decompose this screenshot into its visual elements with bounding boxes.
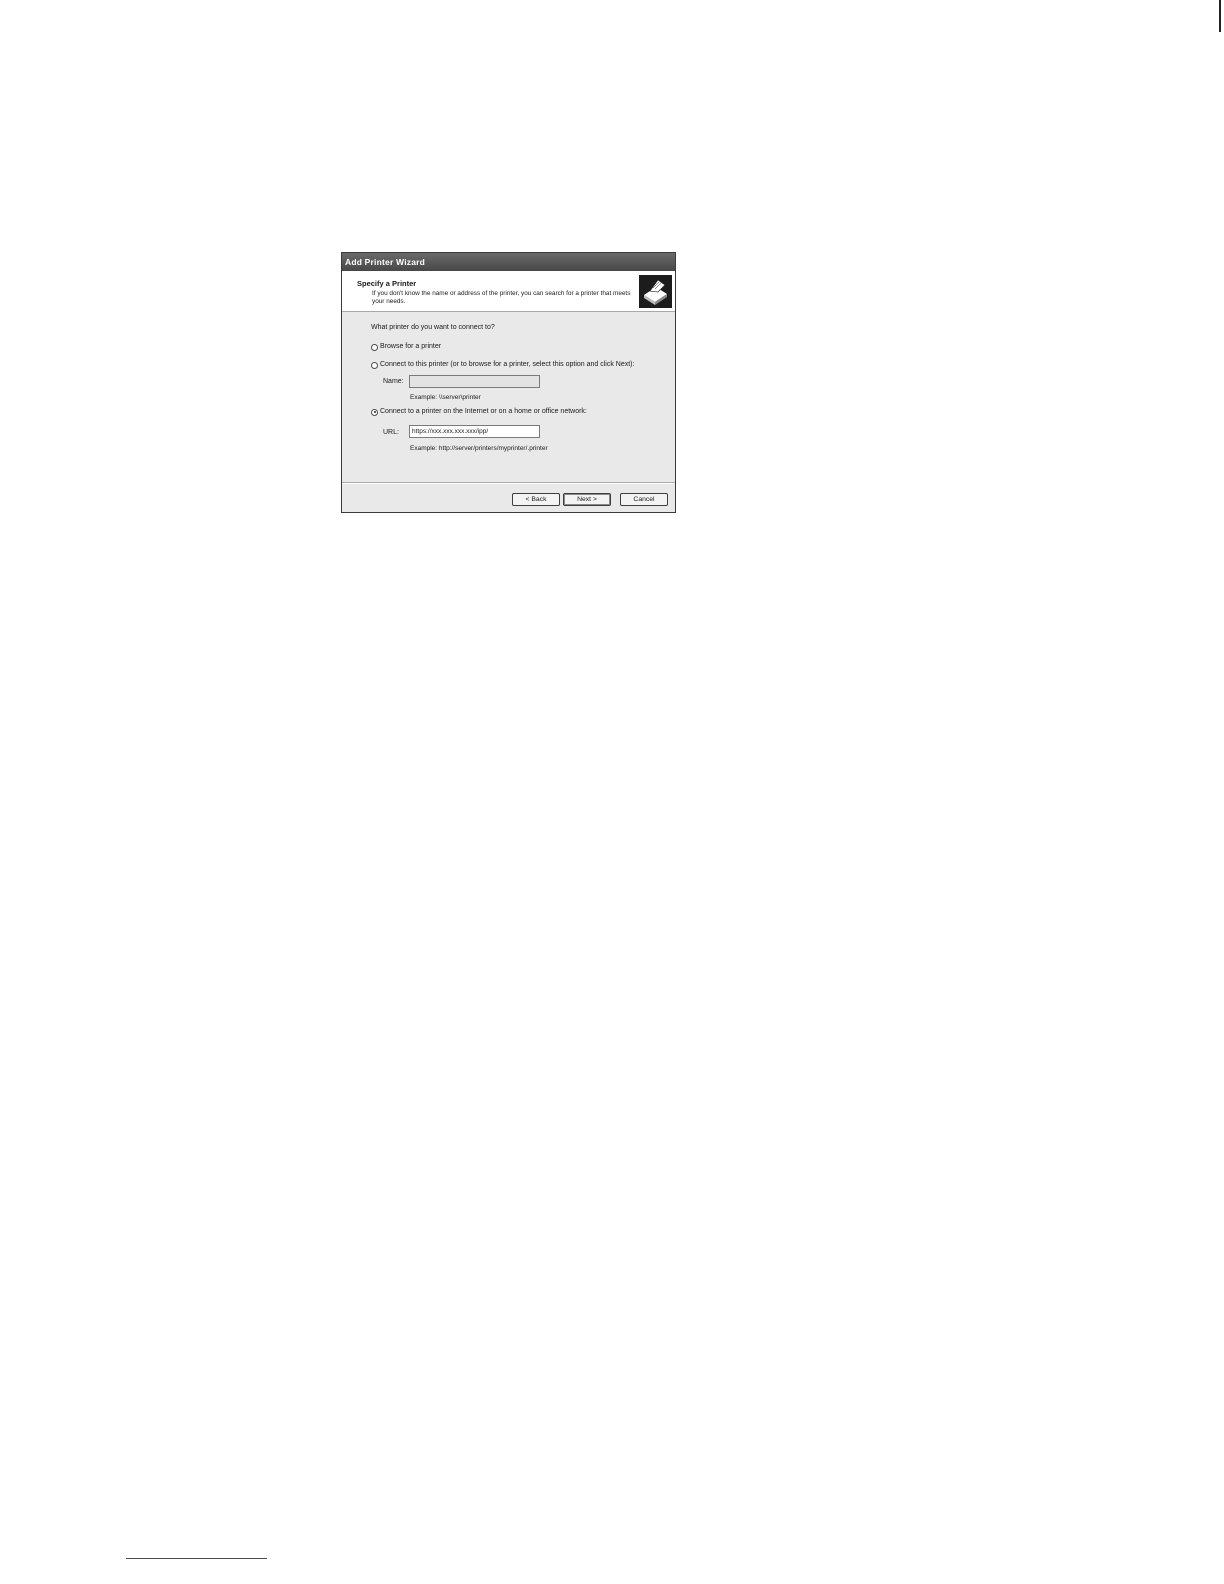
cancel-button[interactable]: Cancel xyxy=(620,493,668,506)
page-edge-mark xyxy=(1219,0,1221,32)
name-label: Name: xyxy=(383,378,404,385)
window-titlebar[interactable]: Add Printer Wizard xyxy=(342,253,675,271)
option-browse[interactable]: Browse for a printer xyxy=(371,343,441,351)
printer-icon xyxy=(639,275,672,308)
footer-separator xyxy=(342,482,675,484)
name-input[interactable] xyxy=(409,375,540,388)
question-label: What printer do you want to connect to? xyxy=(371,324,495,331)
window-title: Add Printer Wizard xyxy=(345,257,426,267)
option-connect-internet-label: Connect to a printer on the Internet or … xyxy=(380,408,587,415)
radio-connect-this-printer[interactable] xyxy=(371,361,378,369)
option-browse-label: Browse for a printer xyxy=(380,343,442,350)
radio-browse[interactable] xyxy=(371,343,378,351)
radio-connect-internet[interactable] xyxy=(371,408,378,416)
option-connect-this-printer[interactable]: Connect to this printer (or to browse fo… xyxy=(371,361,634,369)
footnote-rule xyxy=(126,1558,267,1559)
page-description: If you don't know the name or address of… xyxy=(372,290,631,305)
url-example: Example: http://server/printers/myprinte… xyxy=(410,445,548,452)
next-button[interactable]: Next > xyxy=(563,493,611,506)
option-connect-this-printer-label: Connect to this printer (or to browse fo… xyxy=(380,361,635,368)
url-label: URL: xyxy=(383,429,399,436)
url-input[interactable] xyxy=(409,425,540,438)
name-example: Example: \\server\printer xyxy=(410,394,481,401)
option-connect-internet[interactable]: Connect to a printer on the Internet or … xyxy=(371,408,587,416)
page-title: Specify a Printer xyxy=(357,279,417,288)
wizard-header: Specify a Printer If you don't know the … xyxy=(342,271,675,312)
back-button[interactable]: < Back xyxy=(512,493,560,506)
add-printer-wizard-dialog: Add Printer Wizard Specify a Printer If … xyxy=(341,252,676,513)
